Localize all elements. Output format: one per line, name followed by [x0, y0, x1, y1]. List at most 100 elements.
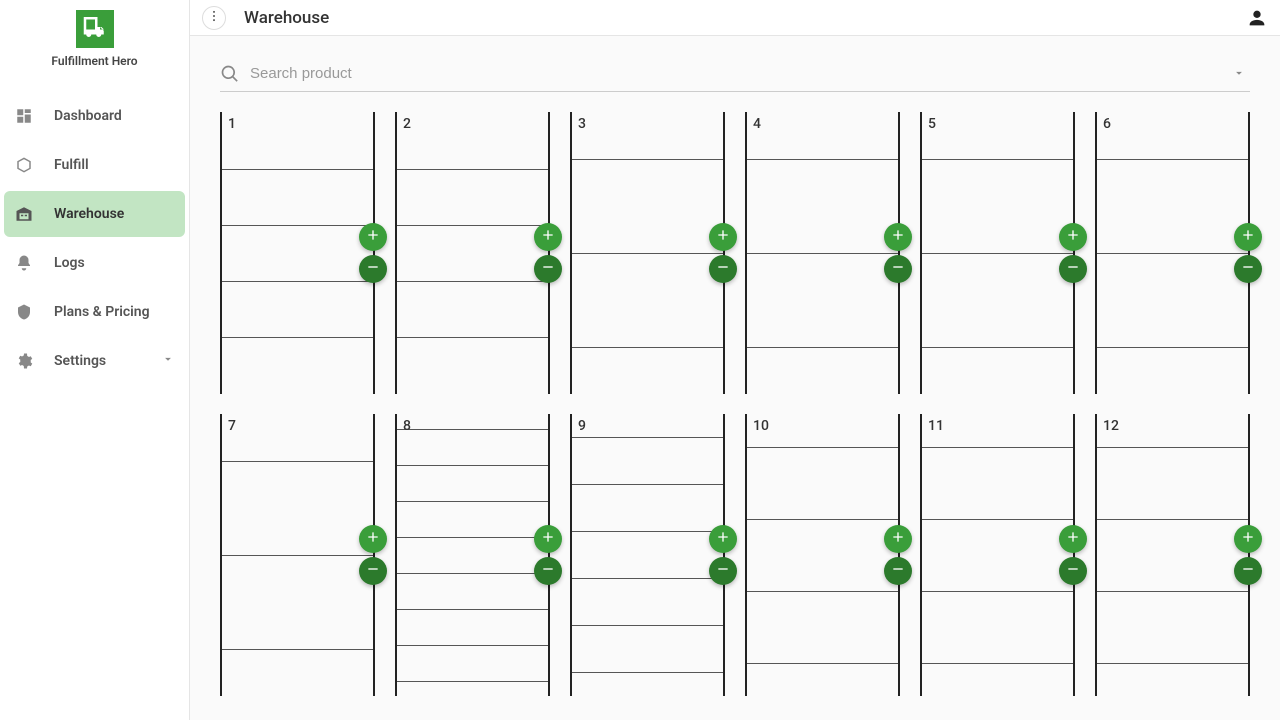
shelf[interactable] [222, 461, 373, 555]
shelf-bottom [1097, 663, 1248, 664]
shelf[interactable] [572, 159, 723, 253]
slot-actions [359, 223, 387, 283]
slot-actions [709, 223, 737, 283]
shelf[interactable] [922, 447, 1073, 519]
shelf[interactable] [1097, 159, 1248, 253]
remove-shelf-button[interactable] [709, 255, 737, 283]
add-shelf-button[interactable] [359, 223, 387, 251]
remove-shelf-button[interactable] [534, 255, 562, 283]
shelf[interactable] [572, 484, 723, 531]
slot-number: 10 [753, 418, 769, 434]
shelf[interactable] [922, 519, 1073, 591]
slot-actions [1059, 525, 1087, 585]
shelf[interactable] [397, 281, 548, 337]
shelf-bottom [397, 337, 548, 338]
shelf-stack [222, 414, 373, 696]
dropdown-toggle[interactable] [1232, 65, 1250, 83]
shelf[interactable] [222, 225, 373, 281]
add-shelf-button[interactable] [534, 525, 562, 553]
sidebar-nav: Dashboard FulfillWarehouse Logs Plans & Pri… [0, 82, 189, 387]
brand-name: Fulfillment Hero [51, 54, 137, 68]
shelf[interactable] [397, 225, 548, 281]
remove-shelf-button[interactable] [1234, 557, 1262, 585]
shelf[interactable] [572, 531, 723, 578]
shelf[interactable] [222, 281, 373, 337]
add-shelf-button[interactable] [1234, 525, 1262, 553]
minus-icon [540, 561, 556, 581]
fulfill-icon [14, 155, 34, 175]
remove-shelf-button[interactable] [534, 557, 562, 585]
remove-shelf-button[interactable] [884, 557, 912, 585]
slot-number: 9 [578, 418, 586, 434]
add-shelf-button[interactable] [1059, 223, 1087, 251]
user-menu[interactable] [1246, 7, 1268, 29]
slot-number: 11 [928, 418, 944, 434]
shelf[interactable] [397, 537, 548, 573]
shelf[interactable] [922, 253, 1073, 347]
shelf[interactable] [222, 169, 373, 225]
shelf[interactable] [397, 429, 548, 465]
shelf[interactable] [747, 591, 898, 663]
shelf[interactable] [1097, 591, 1248, 663]
brand-logo [76, 10, 114, 48]
shelf-stack [1097, 112, 1248, 394]
shelf[interactable] [1097, 519, 1248, 591]
sidebar-item-label: Logs [54, 255, 85, 271]
shelf[interactable] [1097, 253, 1248, 347]
plus-icon [890, 529, 906, 549]
remove-shelf-button[interactable] [884, 255, 912, 283]
shelf[interactable] [922, 159, 1073, 253]
add-shelf-button[interactable] [884, 223, 912, 251]
shelf[interactable] [397, 501, 548, 537]
remove-shelf-button[interactable] [1059, 255, 1087, 283]
shelf[interactable] [572, 625, 723, 672]
plus-icon [365, 227, 381, 247]
shelf[interactable] [397, 465, 548, 501]
shelf[interactable] [397, 169, 548, 225]
shelf[interactable] [572, 578, 723, 625]
add-shelf-button[interactable] [534, 223, 562, 251]
main-area: Warehouse 12345678910111 [190, 0, 1280, 720]
slot-actions [709, 525, 737, 585]
sidebar-item-settings[interactable]: Settings [4, 338, 185, 384]
search-field[interactable] [220, 56, 1250, 92]
add-shelf-button[interactable] [359, 525, 387, 553]
menu-button[interactable] [202, 6, 226, 30]
shelf[interactable] [572, 253, 723, 347]
sidebar-item-label: Dashboard [54, 108, 122, 124]
sidebar-item-fulfill[interactable]: Fulfill [4, 142, 185, 188]
warehouse-slot: 10 [745, 414, 900, 696]
plus-icon [365, 529, 381, 549]
shelf[interactable] [397, 573, 548, 609]
add-shelf-button[interactable] [1059, 525, 1087, 553]
shelf[interactable] [747, 447, 898, 519]
remove-shelf-button[interactable] [709, 557, 737, 585]
remove-shelf-button[interactable] [1234, 255, 1262, 283]
shelf[interactable] [747, 253, 898, 347]
sidebar-item-plans[interactable]: Plans & Pricing [4, 289, 185, 335]
add-shelf-button[interactable] [884, 525, 912, 553]
shelf[interactable] [747, 519, 898, 591]
add-shelf-button[interactable] [709, 223, 737, 251]
shelf[interactable] [397, 645, 548, 681]
search-section [190, 36, 1280, 92]
remove-shelf-button[interactable] [359, 557, 387, 585]
shelf-bottom [747, 663, 898, 664]
shelf[interactable] [922, 591, 1073, 663]
add-shelf-button[interactable] [1234, 223, 1262, 251]
sidebar-item-logs[interactable]: Logs [4, 240, 185, 286]
remove-shelf-button[interactable] [1059, 557, 1087, 585]
add-shelf-button[interactable] [709, 525, 737, 553]
shelf[interactable] [1097, 447, 1248, 519]
remove-shelf-button[interactable] [359, 255, 387, 283]
warehouse-slot: 8 [395, 414, 550, 696]
shelf[interactable] [572, 437, 723, 484]
shelf[interactable] [747, 159, 898, 253]
search-input[interactable] [250, 65, 1232, 82]
slot-actions [1234, 525, 1262, 585]
sidebar-item-dashboard[interactable]: Dashboard [4, 93, 185, 139]
shelf[interactable] [222, 555, 373, 649]
sidebar-item-warehouse[interactable]: Warehouse [4, 191, 185, 237]
shelf-bottom [397, 681, 548, 682]
shelf[interactable] [397, 609, 548, 645]
